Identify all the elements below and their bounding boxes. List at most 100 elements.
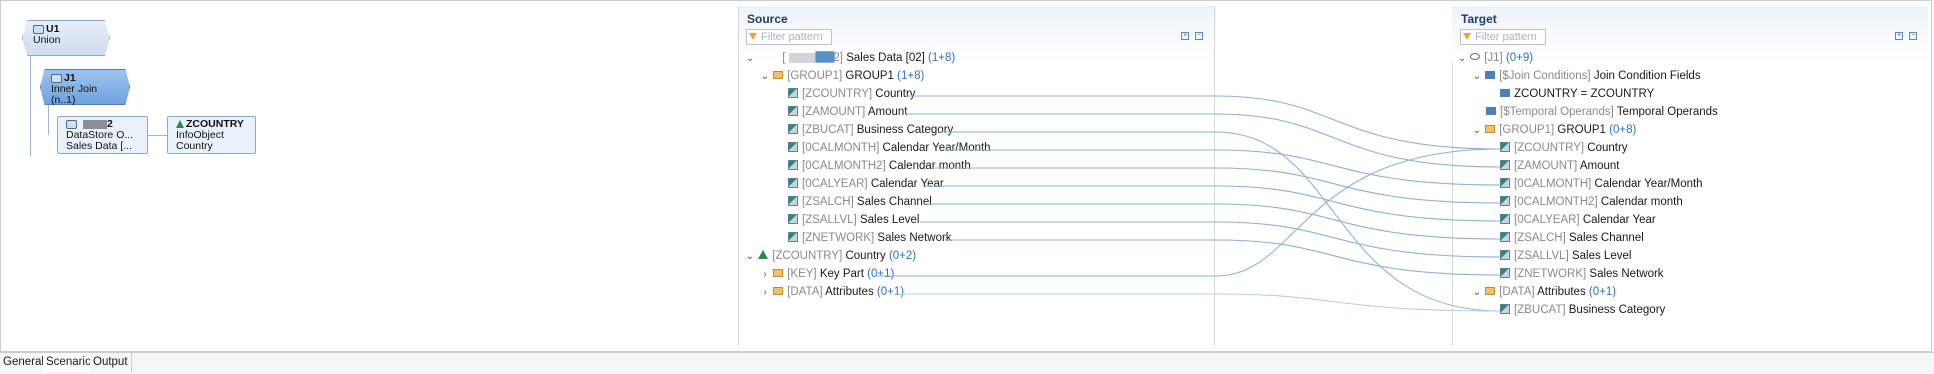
tab-output[interactable]: Output xyxy=(90,353,132,372)
filter-placeholder: Filter pattern xyxy=(761,31,823,43)
tree-row[interactable]: ⌄ [GROUP1] GROUP1 (0+8) xyxy=(1472,122,1637,139)
chevron-right-icon[interactable]: › xyxy=(760,266,770,283)
filter-icon xyxy=(1463,33,1471,40)
field-icon xyxy=(788,231,798,242)
tree-row[interactable]: ⌄ [2] Sales Data [02] (1+8) xyxy=(745,50,955,67)
row-label: Calendar month xyxy=(1600,196,1683,208)
row-label: Calendar Year/Month xyxy=(1594,178,1703,190)
tech-name: [ZCOUNTRY] xyxy=(1514,142,1585,154)
tech-name: [0CALMONTH] xyxy=(802,142,880,154)
tree-row[interactable]: ZCOUNTRY = ZCOUNTRY xyxy=(1500,86,1654,103)
tree-row[interactable]: [$Temporal Operands] Temporal Operands xyxy=(1486,104,1718,121)
tech-name: [ZCOUNTRY] xyxy=(802,88,873,100)
node-cardinality: (n..1) xyxy=(51,94,76,106)
chevron-down-icon[interactable]: ⌄ xyxy=(745,50,755,67)
field-icon xyxy=(1500,177,1510,188)
source-panel: Source Filter pattern + − ⌄ [2] Sales Da… xyxy=(738,6,1216,346)
datastore-node[interactable]: 2 DataStore O... Sales Data [... xyxy=(57,116,148,154)
row-count: (0+9) xyxy=(1505,52,1534,64)
expand-all-button[interactable]: + xyxy=(1895,32,1903,40)
source-title: Source xyxy=(747,12,788,26)
source-filter-input[interactable]: Filter pattern xyxy=(746,29,832,45)
tree-row[interactable]: [ZSALLVL] Sales Level xyxy=(788,212,919,229)
join-condition-icon xyxy=(1485,70,1496,79)
chevron-right-icon[interactable]: › xyxy=(760,284,770,301)
tab-label: Output xyxy=(93,356,128,368)
chevron-down-icon[interactable]: ⌄ xyxy=(1472,122,1482,139)
chevron-down-icon[interactable]: ⌄ xyxy=(1472,68,1482,85)
collapse-all-button[interactable]: − xyxy=(1195,32,1203,40)
tree-row[interactable]: [ZCOUNTRY] Country xyxy=(1500,140,1628,157)
field-icon xyxy=(1500,249,1510,260)
join-node-j1[interactable]: J1 Inner Join (n..1) xyxy=(40,69,130,105)
tree-row[interactable]: [ZBUCAT] Business Category xyxy=(1500,302,1665,319)
tree-row[interactable]: [0CALYEAR] Calendar Year xyxy=(788,176,944,193)
field-icon xyxy=(1500,141,1510,152)
tree-row[interactable]: [0CALMONTH2] Calendar month xyxy=(788,158,971,175)
tech-name: [ZNETWORK] xyxy=(1514,268,1587,280)
tree-row[interactable]: ⌄ [ZCOUNTRY] Country (0+2) xyxy=(745,248,916,265)
tech-name: [0CALYEAR] xyxy=(802,178,868,190)
row-label: Sales Data [02] xyxy=(846,52,925,64)
tech-name: [0CALMONTH2] xyxy=(1514,196,1598,208)
union-node-u1[interactable]: U1 Union xyxy=(22,20,110,56)
chevron-down-icon[interactable]: ⌄ xyxy=(760,68,770,85)
row-label: Key Part xyxy=(819,268,864,280)
row-label: Sales Channel xyxy=(1568,232,1644,244)
tree-row[interactable]: [ZCOUNTRY] Country xyxy=(788,86,916,103)
folder-icon xyxy=(1485,124,1496,133)
row-count: (0+8) xyxy=(1609,124,1637,136)
chevron-down-icon[interactable]: ⌄ xyxy=(1457,50,1467,67)
tree-row[interactable]: [ZSALCH] Sales Channel xyxy=(788,194,932,211)
tree-row[interactable]: ⌄ [J1] (0+9) xyxy=(1457,50,1533,67)
collapse-all-button[interactable]: − xyxy=(1909,32,1917,40)
field-icon xyxy=(788,141,798,152)
tree-row[interactable]: ⌄ [GROUP1] GROUP1 (1+8) xyxy=(760,68,925,85)
tree-row[interactable]: ⌄ [$Join Conditions] Join Condition Fiel… xyxy=(1472,68,1701,85)
chevron-down-icon[interactable]: ⌄ xyxy=(745,248,755,265)
row-count: (0+1) xyxy=(1588,286,1617,298)
temporal-icon xyxy=(1486,106,1496,115)
tree-row[interactable]: [0CALMONTH2] Calendar month xyxy=(1500,194,1683,211)
tree-row[interactable]: [0CALMONTH] Calendar Year/Month xyxy=(788,140,991,157)
row-label: Amount xyxy=(867,106,908,118)
tree-row[interactable]: ⌄ [DATA] Attributes (0+1) xyxy=(1472,284,1616,301)
tree-row[interactable]: [ZAMOUNT] Amount xyxy=(1500,158,1619,175)
join-icon xyxy=(51,73,62,83)
connector-line xyxy=(48,105,49,135)
tech-name: [ZSALCH] xyxy=(802,196,854,208)
row-count: (0+1) xyxy=(867,268,895,280)
field-icon xyxy=(788,195,798,206)
tree-row[interactable]: [ZSALCH] Sales Channel xyxy=(1500,230,1644,247)
tree-row[interactable]: [0CALYEAR] Calendar Year xyxy=(1500,212,1656,229)
field-icon xyxy=(1500,303,1510,314)
tree-row[interactable]: [ZSALLVL] Sales Level xyxy=(1500,248,1631,265)
tab-general[interactable]: General xyxy=(0,353,48,372)
infoobject-node[interactable]: ZCOUNTRY InfoObject Country xyxy=(167,116,256,154)
tech-name: [GROUP1] xyxy=(787,70,843,82)
tech-name: [ZBUCAT] xyxy=(1514,304,1566,316)
folder-icon xyxy=(1485,286,1496,295)
tree-row[interactable]: › [DATA] Attributes (0+1) xyxy=(760,284,904,301)
tab-scenario[interactable]: Scenario xyxy=(43,353,96,372)
join-icon xyxy=(1470,53,1481,61)
tree-row[interactable]: [ZNETWORK] Sales Network xyxy=(788,230,952,247)
tech-name: [ZAMOUNT] xyxy=(802,106,866,118)
chevron-down-icon[interactable]: ⌄ xyxy=(1472,284,1482,301)
infoobject-icon xyxy=(176,120,184,129)
row-label: Sales Level xyxy=(1571,250,1632,262)
tech-name: [ZBUCAT] xyxy=(802,124,854,136)
tree-row[interactable]: [0CALMONTH] Calendar Year/Month xyxy=(1500,176,1703,193)
datastore-icon xyxy=(66,119,77,129)
row-label: Attributes xyxy=(1537,286,1586,298)
tree-row[interactable]: [ZNETWORK] Sales Network xyxy=(1500,266,1664,283)
target-filter-input[interactable]: Filter pattern xyxy=(1460,29,1546,45)
tree-row[interactable]: [ZAMOUNT] Amount xyxy=(788,104,907,121)
tree-row[interactable]: [ZBUCAT] Business Category xyxy=(788,122,953,139)
bottom-tab-bar: General Scenario Output xyxy=(0,352,1934,374)
tech-name: [ZCOUNTRY] xyxy=(772,250,843,262)
target-panel: Target Filter pattern + − ⌄ [J1] (0+9) ⌄… xyxy=(1452,6,1928,346)
field-icon xyxy=(788,213,798,224)
tree-row[interactable]: › [KEY] Key Part (0+1) xyxy=(760,266,894,283)
expand-all-button[interactable]: + xyxy=(1181,32,1189,40)
